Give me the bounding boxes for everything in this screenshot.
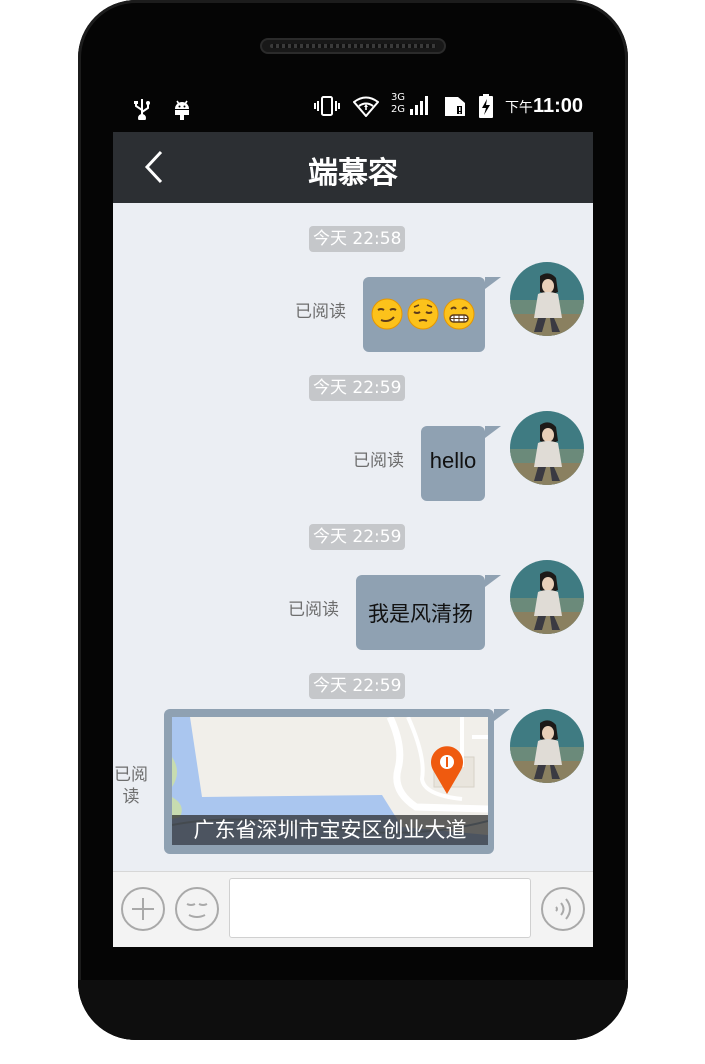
wifi-icon [352, 96, 379, 117]
message-text: hello [429, 448, 477, 473]
android-debug-icon [175, 100, 189, 120]
usb-icon [134, 99, 150, 120]
input-bar [113, 871, 593, 947]
read-status-line1: 已阅 [114, 765, 148, 785]
message-text: 我是风清扬 [368, 602, 473, 626]
message-input[interactable] [229, 878, 531, 938]
avatar[interactable] [510, 560, 584, 634]
read-status: 已阅读 [353, 451, 404, 471]
time-display: 下午11:00 [505, 95, 583, 118]
read-status: 已阅读 [295, 302, 346, 322]
message-bubble-text[interactable]: hello [421, 426, 501, 501]
vibrate-icon [313, 96, 340, 116]
clock: 11:00 [532, 94, 583, 117]
network-label-bottom: 2G [390, 104, 406, 115]
emoji-face-icon[interactable] [175, 887, 219, 931]
map-preview[interactable]: 广东省深圳市宝安区创业大道 [172, 717, 488, 845]
location-address: 广东省深圳市宝安区创业大道 [172, 815, 488, 845]
chat-screen: 端慕容 今天 22:58 已阅读 今天 22:59 已阅读 hello 今天 2… [113, 132, 593, 947]
grimace-emoji [443, 298, 475, 330]
sim-icon [444, 97, 465, 116]
signal-bars-icon [409, 96, 428, 115]
avatar[interactable] [510, 411, 584, 485]
status-bar: 3G 2G 下午11:00 [113, 88, 593, 132]
voice-icon[interactable] [541, 887, 585, 931]
smirk-emoji [371, 298, 403, 330]
title-bar: 端慕容 [113, 132, 593, 203]
network-label-top: 3G [390, 92, 406, 103]
message-bubble-emoji[interactable] [363, 277, 501, 352]
pensive-emoji [407, 298, 439, 330]
map-pin-icon [431, 746, 463, 794]
message-bubble-text[interactable]: 我是风清扬 [356, 575, 501, 650]
avatar[interactable] [510, 709, 584, 783]
read-status: 已阅读 [288, 600, 339, 620]
message-timestamp: 今天 22:58 [309, 226, 406, 252]
page-title: 端慕容 [308, 156, 398, 191]
plus-icon[interactable] [121, 887, 165, 931]
message-timestamp: 今天 22:59 [309, 673, 406, 699]
message-timestamp: 今天 22:59 [309, 524, 406, 550]
read-status: 已阅 读 [114, 764, 148, 808]
read-status-line2: 读 [122, 787, 140, 807]
earpiece-speaker [260, 38, 446, 54]
battery-charging-icon [478, 94, 493, 118]
time-period: 下午 [504, 99, 533, 116]
network-3g-2g-icon: 3G 2G [390, 92, 431, 118]
location-message-bubble[interactable]: 广东省深圳市宝安区创业大道 [164, 709, 510, 854]
avatar[interactable] [510, 262, 584, 336]
message-timestamp: 今天 22:59 [309, 375, 406, 401]
phone-bottom-bezel [78, 980, 628, 1040]
